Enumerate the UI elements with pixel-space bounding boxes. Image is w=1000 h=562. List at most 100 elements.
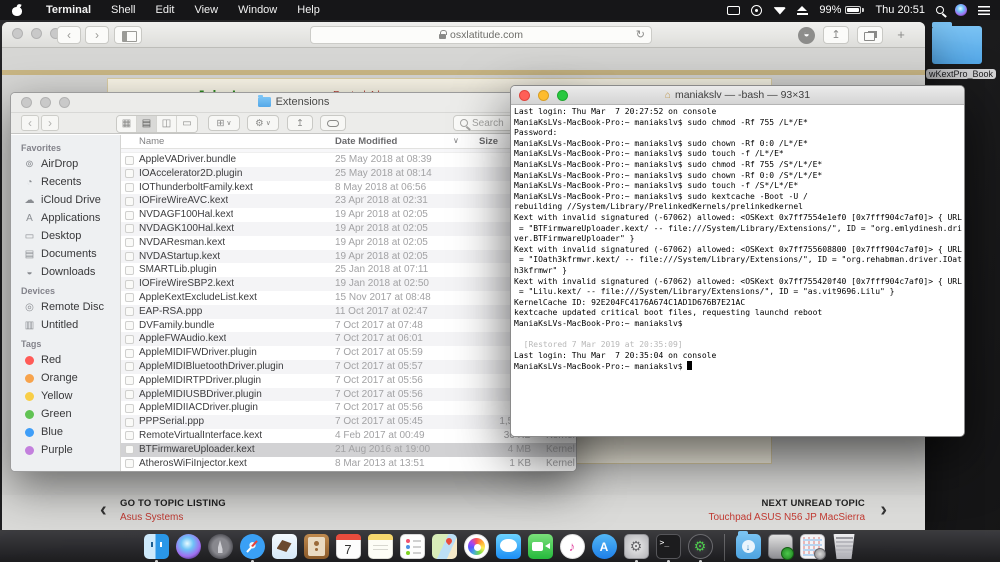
icon-view-button[interactable]: ▦ — [117, 116, 137, 132]
file-row[interactable]: RemoteVirtualInterface.kext 4 Feb 2017 at… — [121, 428, 576, 443]
file-row[interactable]: AppleKextExcludeList.kext 15 Nov 2017 at … — [121, 290, 576, 305]
wifi-menu-icon[interactable] — [773, 7, 787, 15]
file-row[interactable]: DVFamily.bundle7 Oct 2017 at 07:485 — [121, 318, 576, 333]
column-header-size[interactable]: Size — [479, 136, 498, 147]
desktop-folder[interactable]: wKextPro_Book — [926, 22, 997, 82]
column-header-name[interactable]: Name — [139, 136, 164, 147]
spotlight-icon[interactable] — [936, 6, 944, 14]
menu-item-shell[interactable]: Shell — [101, 4, 145, 16]
file-row[interactable]: IOThunderboltFamily.kext 8 May 2018 at 06… — [121, 180, 576, 195]
safari-new-tab-button[interactable]: + — [891, 26, 911, 44]
menu-item-view[interactable]: View — [184, 4, 228, 16]
list-view-button[interactable]: ▤ — [137, 116, 157, 132]
file-row[interactable]: NVDAResman.kext 19 Apr 2018 at 02:05 — [121, 235, 576, 250]
dock-item-itunes[interactable]: ♪ — [559, 534, 586, 559]
next-topic-chevron-icon[interactable]: › — [880, 499, 887, 522]
eject-menu-icon[interactable] — [797, 5, 809, 15]
next-unread-topic-label[interactable]: NEXT UNREAD TOPIC — [708, 498, 865, 509]
terminal-window[interactable]: ⌂ maniakslv — -bash — 93×31 Last login: … — [510, 85, 965, 437]
dock-item-minimized-window-2[interactable] — [799, 534, 826, 560]
dock-item-facetime[interactable] — [527, 534, 554, 559]
dock-item-finder[interactable] — [143, 534, 170, 562]
sidebar-item-recents[interactable]: ◔ Recents — [11, 173, 120, 191]
file-row[interactable]: AppleMIDIFWDriver.plugin 7 Oct 2017 at 05… — [121, 346, 576, 360]
go-to-topic-listing-label[interactable]: GO TO TOPIC LISTING — [120, 498, 226, 509]
dock-item-launchpad[interactable] — [207, 534, 234, 559]
display-menu-icon[interactable] — [727, 5, 741, 15]
finder-forward-button[interactable]: › — [41, 115, 59, 131]
finder-back-button[interactable]: ‹ — [21, 115, 39, 131]
file-row[interactable]: AtherosWiFiInjector.kext 8 Mar 2013 at 13… — [121, 456, 576, 471]
safari-back-button[interactable]: ‹ — [57, 26, 81, 44]
column-header-date-modified[interactable]: Date Modified — [335, 136, 397, 147]
notification-center-icon[interactable] — [978, 5, 990, 15]
safari-traffic-lights[interactable] — [12, 28, 61, 39]
menu-item-terminal[interactable]: Terminal — [36, 4, 101, 16]
safari-downloads-button[interactable]: ◒ — [798, 26, 815, 44]
sidebar-item-documents[interactable]: ▤ Documents — [11, 245, 120, 263]
dock-item-reminders[interactable] — [399, 534, 426, 559]
safari-address-bar[interactable]: osxlatitude.com ↻ — [310, 26, 652, 44]
file-row[interactable]: EAP-RSA.ppp11 Oct 2017 at 02:4761 — [121, 304, 576, 319]
sidebar-item-untitled[interactable]: ▥ Untitled — [11, 316, 120, 334]
tags-button[interactable] — [320, 115, 346, 131]
dock-item-mail[interactable] — [271, 534, 298, 559]
coverflow-view-button[interactable]: ▭ — [177, 116, 197, 132]
group-by-button[interactable]: ⊞ ∨ — [208, 115, 240, 131]
dock-item-safari[interactable] — [239, 534, 266, 562]
dock-item-siri[interactable] — [175, 534, 202, 559]
safari-forward-button[interactable]: › — [85, 26, 109, 44]
dock-item-system-preferences[interactable]: ⚙ — [623, 534, 650, 562]
sidebar-item-downloads[interactable]: ◒ Downloads — [11, 263, 120, 281]
prev-topic-link[interactable]: Asus Systems — [120, 512, 226, 523]
file-row[interactable]: AppleMIDIUSBDriver.plugin 7 Oct 2017 at 0… — [121, 387, 576, 402]
siri-menu-icon[interactable] — [955, 4, 967, 16]
dock-item-trash[interactable] — [831, 534, 858, 559]
sidebar-item-desktop[interactable]: ▭ Desktop — [11, 227, 120, 245]
sidebar-item-red[interactable]: Red — [11, 351, 120, 369]
dock-item-terminal[interactable]: >_ — [655, 534, 682, 562]
menu-item-edit[interactable]: Edit — [146, 4, 185, 16]
terminal-output[interactable]: Last login: Thu Mar 7 20:27:52 on consol… — [511, 105, 964, 436]
sidebar-item-purple[interactable]: Purple — [11, 441, 120, 459]
sidebar-item-icloud-drive[interactable]: ☁ iCloud Drive — [11, 191, 120, 209]
safari-tabs-button[interactable] — [857, 26, 883, 44]
file-row[interactable]: BTFirmwareUploader.kext 21 Aug 2016 at 19… — [121, 442, 576, 457]
screen-recording-menu-icon[interactable] — [751, 4, 763, 16]
sidebar-item-orange[interactable]: Orange — [11, 369, 120, 387]
battery-status[interactable]: 99% — [819, 4, 865, 16]
file-row[interactable]: IOFireWireSBP2.kext19 Jan 2018 at 02:502… — [121, 277, 576, 291]
finder-share-button[interactable]: ↥ — [287, 115, 313, 131]
sidebar-item-remote-disc[interactable]: ◎ Remote Disc — [11, 298, 120, 316]
reload-icon[interactable]: ↻ — [636, 28, 645, 41]
apple-menu-icon[interactable] — [12, 2, 22, 16]
file-row[interactable]: AppleVADriver.bundle 25 May 2018 at 08:39… — [121, 153, 576, 167]
file-row[interactable]: NVDAStartup.kext19 Apr 2018 at 02:054 — [121, 249, 576, 264]
safari-share-button[interactable]: ↥ — [823, 26, 849, 44]
dock-item-downloads[interactable]: ↓ — [735, 531, 762, 559]
dock-item-notes[interactable] — [367, 534, 394, 559]
sidebar-item-green[interactable]: Green — [11, 405, 120, 423]
dock-item-messages[interactable] — [495, 534, 522, 559]
file-row[interactable]: NVDAGK100Hal.kext 19 Apr 2018 at 02:05 — [121, 221, 576, 236]
file-row[interactable]: IOAccelerator2D.plugin 25 May 2018 at 08:… — [121, 166, 576, 181]
sidebar-item-blue[interactable]: Blue — [11, 423, 120, 441]
file-row[interactable]: AppleFWAudio.kext7 Oct 2017 at 06:0163 — [121, 332, 576, 347]
menu-item-help[interactable]: Help — [287, 4, 330, 16]
file-row[interactable]: SMARTLib.plugin25 Jan 2018 at 07:116 — [121, 263, 576, 278]
dock-item-minimized-window-1[interactable] — [767, 534, 794, 560]
prev-topic-chevron-icon[interactable]: ‹ — [100, 499, 107, 522]
dock-item-photos[interactable] — [463, 534, 490, 559]
sidebar-item-yellow[interactable]: Yellow — [11, 387, 120, 405]
column-view-button[interactable]: ◫ — [157, 116, 177, 132]
safari-sidebar-button[interactable] — [114, 26, 142, 44]
file-row[interactable]: IOFireWireAVC.kext23 Apr 2018 at 02:3128 — [121, 194, 576, 209]
file-row[interactable]: AppleMIDIBluetoothDriver.plugin 7 Oct 201… — [121, 359, 576, 374]
file-row[interactable]: NVDAGF100Hal.kext19 Apr 2018 at 02:052, — [121, 208, 576, 222]
file-row[interactable]: AppleMIDIRTPDriver.plugin 7 Oct 2017 at 0… — [121, 373, 576, 388]
file-row[interactable]: PPPSerial.ppp7 Oct 2017 at 05:451,5 MBPP… — [121, 415, 576, 429]
dock-item-calendar[interactable]: 7 — [335, 534, 362, 559]
dock-item-maps[interactable] — [431, 534, 458, 559]
sidebar-item-applications[interactable]: A Applications — [11, 209, 120, 227]
action-menu-button[interactable]: ⚙ ∨ — [247, 115, 279, 131]
